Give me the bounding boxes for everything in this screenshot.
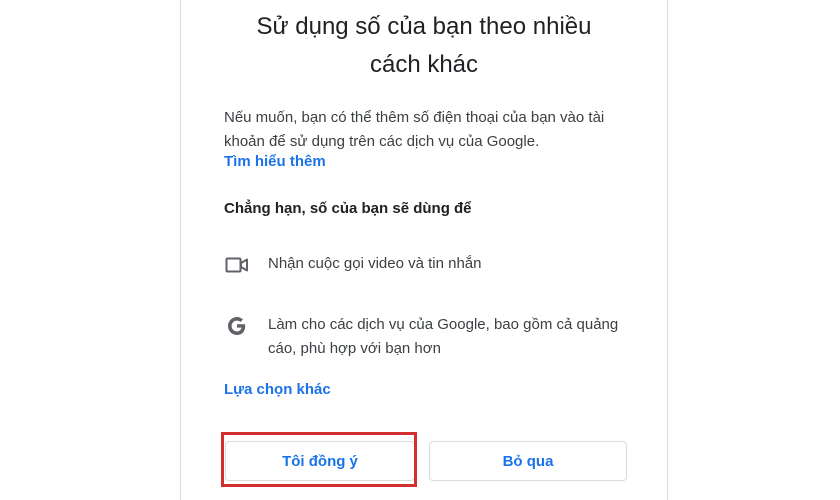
dialog-description: Nếu muốn, bạn có thể thêm số điện thoại … — [224, 109, 605, 150]
usage-subheading: Chẳng hạn, số của bạn sẽ dùng để — [224, 200, 472, 217]
feature-google-text: Làm cho các dịch vụ của Google, bao gồm … — [268, 316, 619, 357]
page: Sử dụng số của bạn theo nhiều cách khác … — [0, 0, 840, 500]
feature-video-text: Nhận cuộc gọi video và tin nhắn — [268, 255, 482, 272]
learn-more-link[interactable]: Tìm hiểu thêm — [224, 153, 326, 170]
dialog-title: Sử dụng số của bạn theo nhiều cách khác — [201, 8, 647, 84]
agree-button[interactable]: Tôi đồng ý — [225, 441, 415, 481]
other-options-link[interactable]: Lựa chọn khác — [224, 381, 331, 398]
dialog-title-line-2: cách khác — [369, 51, 479, 78]
phone-number-dialog: Sử dụng số của bạn theo nhiều cách khác … — [180, 0, 668, 500]
skip-button[interactable]: Bỏ qua — [429, 441, 627, 481]
google-logo-icon — [224, 313, 250, 339]
video-camera-icon — [224, 252, 250, 278]
dialog-title-line-1: Sử dụng số của bạn theo nhiều — [256, 13, 592, 40]
